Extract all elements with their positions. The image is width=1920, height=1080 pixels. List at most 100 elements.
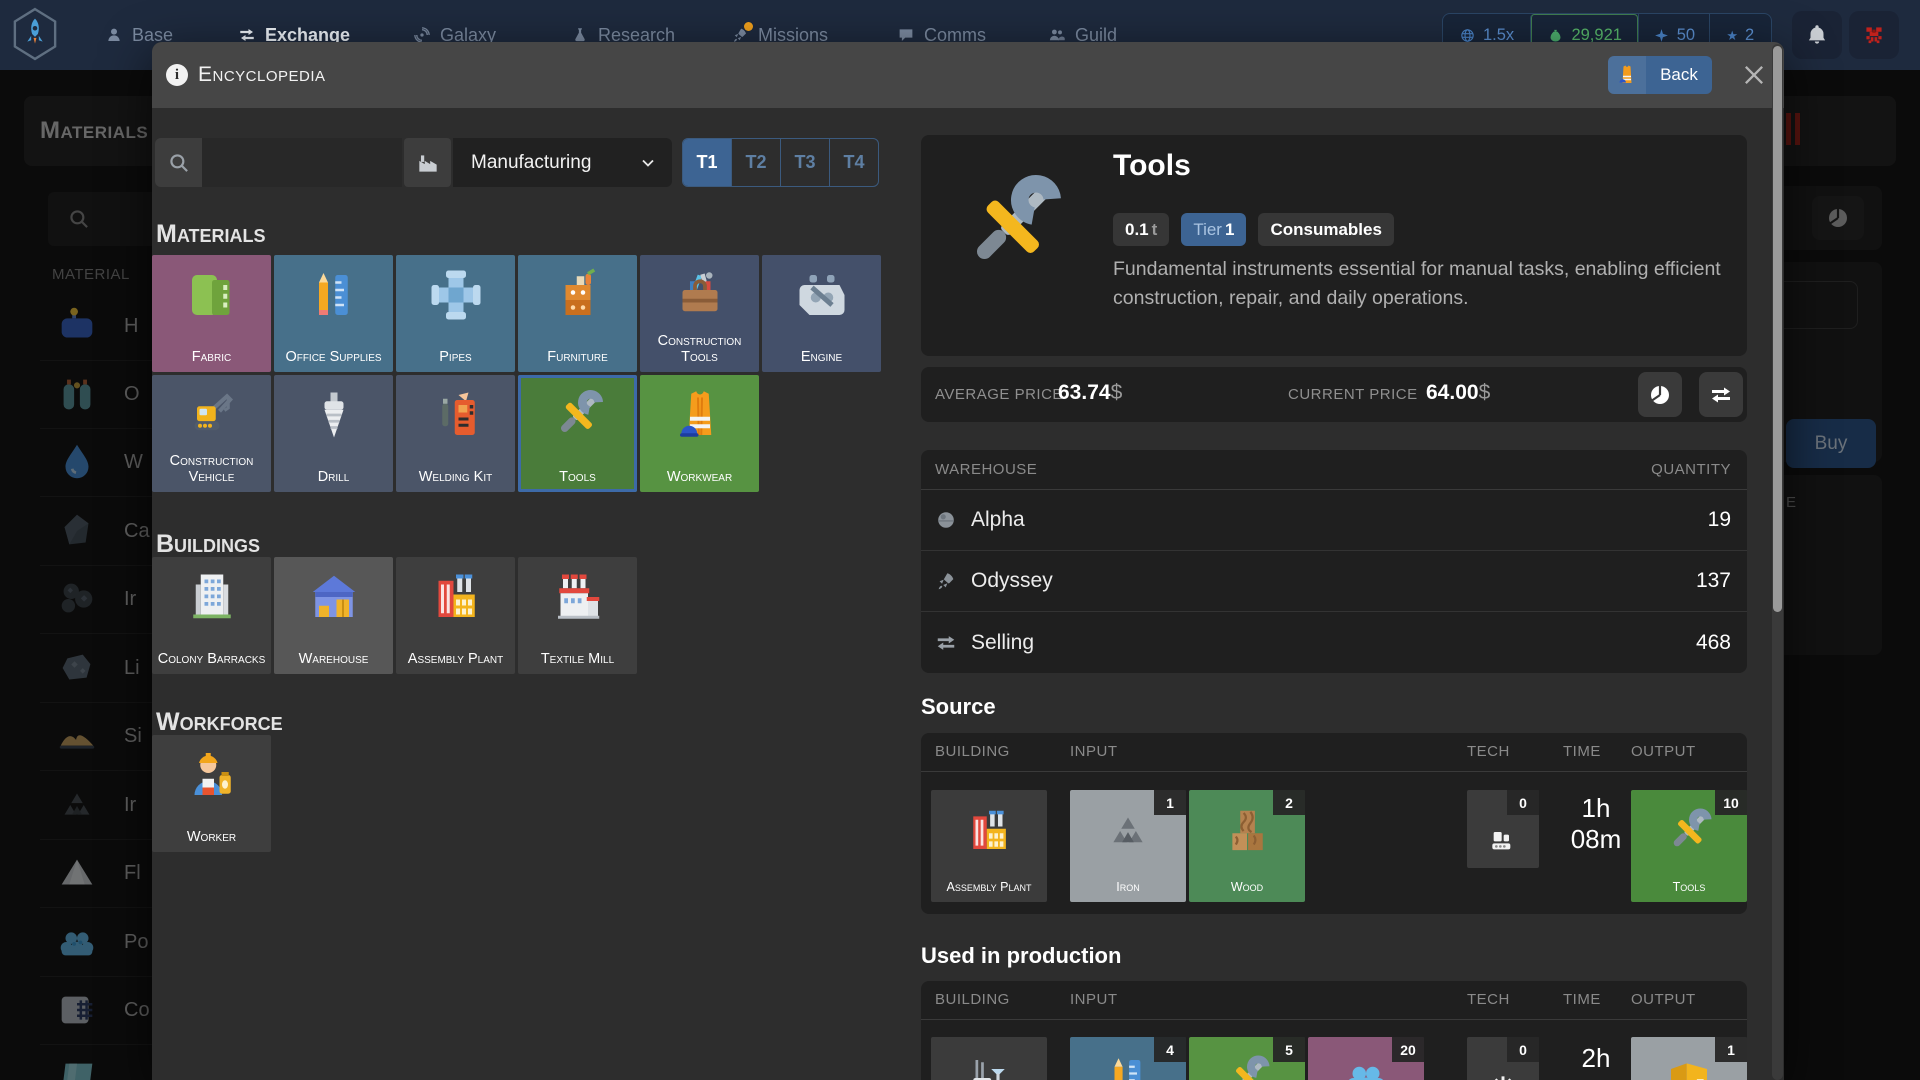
used-output-tile[interactable]: 1 <box>1631 1037 1747 1080</box>
tile-pipes[interactable]: Pipes <box>396 255 515 372</box>
close-icon[interactable] <box>1738 59 1770 91</box>
item-title: Tools <box>1113 149 1191 183</box>
price-card: AVERAGE PRICE 63.74$ CURRENT PRICE 64.00… <box>921 367 1747 422</box>
tile-textile-mill[interactable]: Textile Mill <box>518 557 637 674</box>
tile-colony-barracks[interactable]: Colony Barracks <box>152 557 271 674</box>
fleet-icon <box>1653 27 1670 44</box>
tile-worker[interactable]: Worker <box>152 735 271 852</box>
item-detail-card: Tools 0.1t Tier1 Consumables Fundamental… <box>921 135 1747 356</box>
quantity-badge: 10 <box>1715 790 1747 815</box>
construction-tools-icon <box>640 265 759 325</box>
engine-icon <box>762 265 881 325</box>
tools-icon <box>518 385 637 445</box>
back-button[interactable]: Back <box>1608 56 1712 94</box>
warehouse-card: WAREHOUSE QUANTITY Alpha 19 Odyssey 137 … <box>921 450 1747 673</box>
tile-welding-kit[interactable]: Welding Kit <box>396 375 515 492</box>
search-icon <box>166 150 192 176</box>
tile-drill[interactable]: Drill <box>274 375 393 492</box>
warehouse-column: WAREHOUSE <box>935 461 1037 478</box>
item-description: Fundamental instruments essential for ma… <box>1113 255 1737 313</box>
tile-construction-vehicle[interactable]: Construction Vehicle <box>152 375 271 492</box>
source-building-assembly-plant[interactable]: Assembly Plant <box>931 790 1047 902</box>
quantity-badge: 5 <box>1273 1037 1305 1062</box>
pie-chart-icon <box>1648 383 1672 407</box>
office-supplies-icon <box>274 265 393 325</box>
warehouse-row-alpha[interactable]: Alpha 19 <box>921 490 1747 551</box>
factory-icon <box>415 150 441 176</box>
worker-icon <box>152 745 271 805</box>
welding-kit-icon <box>396 385 515 445</box>
used-input-polymers[interactable]: 20 <box>1308 1037 1424 1080</box>
section-title-materials: Materials <box>156 220 266 249</box>
used-input-tools[interactable]: 5 <box>1189 1037 1305 1080</box>
used-in-production-card: BUILDING INPUT TECH TIME OUTPUT 4 5 20 <box>921 981 1747 1080</box>
quantity-badge: 2 <box>1273 790 1305 815</box>
modal-scrollbar[interactable] <box>1772 44 1783 1080</box>
used-input-office-supplies[interactable]: 4 <box>1070 1037 1186 1080</box>
pipes-icon <box>396 265 515 325</box>
source-tech-tile[interactable]: 0 <box>1467 790 1539 868</box>
back-label: Back <box>1646 65 1712 85</box>
tile-workwear[interactable]: Workwear <box>640 375 759 492</box>
encyclopedia-search-input[interactable] <box>202 138 402 187</box>
source-input-iron[interactable]: 1 Iron <box>1070 790 1186 902</box>
info-icon <box>166 64 188 86</box>
tier-button-t4[interactable]: T4 <box>829 139 878 186</box>
tile-office-supplies[interactable]: Office Supplies <box>274 255 393 372</box>
trade-button[interactable] <box>1699 372 1743 417</box>
machine-icon <box>1467 824 1539 856</box>
used-tech-tile[interactable]: 0 <box>1467 1037 1539 1080</box>
furniture-icon <box>518 265 637 325</box>
alert-button[interactable] <box>1849 11 1899 59</box>
warehouse-row-odyssey[interactable]: Odyssey 137 <box>921 551 1747 612</box>
category-icon-box <box>404 138 451 187</box>
gear-icon <box>1467 1071 1539 1080</box>
modal-header: Encyclopedia Back <box>152 42 1784 108</box>
quantity-badge: 1 <box>1154 790 1186 815</box>
research-station-icon <box>931 1051 1047 1080</box>
tile-warehouse[interactable]: Warehouse <box>274 557 393 674</box>
chevron-down-icon <box>638 153 658 173</box>
price-chart-button[interactable] <box>1638 372 1682 417</box>
money-bag-icon <box>1547 27 1564 44</box>
red-alert-icon <box>1861 22 1887 48</box>
tools-icon-large <box>951 165 1071 285</box>
source-card: BUILDING INPUT TECH TIME OUTPUT Assembly… <box>921 733 1747 914</box>
textile-mill-icon <box>518 567 637 627</box>
source-input-wood[interactable]: 2 Wood <box>1189 790 1305 902</box>
tile-fabric[interactable]: Fabric <box>152 255 271 372</box>
warehouse-icon <box>274 567 393 627</box>
current-price-label: CURRENT PRICE <box>1288 386 1418 403</box>
tier-badge: Tier1 <box>1181 213 1246 246</box>
filter-row: Manufacturing T1 T2 T3 T4 <box>152 138 886 187</box>
buildings-tiles: Colony Barracks Warehouse Assembly Plant… <box>152 557 886 674</box>
quantity-badge: 0 <box>1507 790 1539 815</box>
tile-tools[interactable]: Tools <box>518 375 637 492</box>
tile-furniture[interactable]: Furniture <box>518 255 637 372</box>
item-badges: 0.1t Tier1 Consumables <box>1113 213 1394 246</box>
tile-assembly-plant[interactable]: Assembly Plant <box>396 557 515 674</box>
bell-icon <box>1804 22 1830 48</box>
tile-engine[interactable]: Engine <box>762 255 881 372</box>
notifications-button[interactable] <box>1792 11 1842 59</box>
quantity-badge: 1 <box>1715 1037 1747 1062</box>
used-time: 2h <box>1556 1043 1636 1074</box>
used-building-tile[interactable] <box>931 1037 1047 1080</box>
fabric-icon <box>152 265 271 325</box>
tier-button-t1[interactable]: T1 <box>683 139 731 186</box>
source-title: Source <box>921 694 996 720</box>
tier-filter-group: T1 T2 T3 T4 <box>682 138 879 187</box>
quantity-badge: 4 <box>1154 1037 1186 1062</box>
tile-construction-tools[interactable]: Construction Tools <box>640 255 759 372</box>
warehouse-row-selling[interactable]: Selling 468 <box>921 612 1747 673</box>
scrollbar-thumb[interactable] <box>1773 46 1782 612</box>
app-logo[interactable] <box>12 6 58 62</box>
tier-button-t2[interactable]: T2 <box>731 139 780 186</box>
screen: Base Exchange Galaxy Research Missions C… <box>0 0 1920 1080</box>
section-title-workforce: Workforce <box>156 708 283 737</box>
modal-title: Encyclopedia <box>198 42 326 108</box>
source-output-tools[interactable]: 10 Tools <box>1631 790 1747 902</box>
tier-button-t3[interactable]: T3 <box>780 139 829 186</box>
search-icon-box <box>155 138 202 187</box>
category-select[interactable]: Manufacturing <box>453 138 672 187</box>
